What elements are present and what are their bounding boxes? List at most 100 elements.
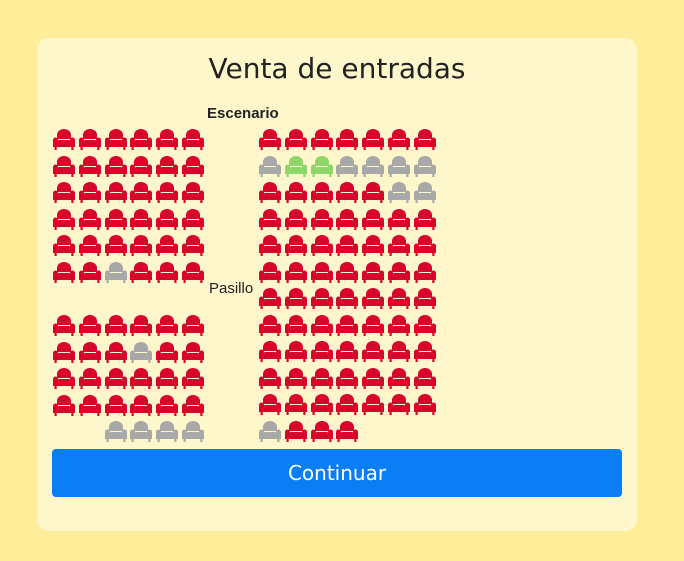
seat-available-icon[interactable] [129,394,153,417]
seat-available-icon[interactable] [155,182,179,204]
seat-available-icon[interactable] [129,182,153,204]
seat-available-icon[interactable] [361,261,385,284]
seat-available-icon[interactable] [258,367,282,390]
seat-available-icon[interactable] [310,288,334,310]
seat-available-icon[interactable] [155,129,179,151]
seat-available-icon[interactable] [258,261,282,284]
seat-available-icon[interactable] [155,261,179,284]
seat-available-icon[interactable] [387,261,411,284]
seat-available-icon[interactable] [258,208,282,231]
seat-available-icon[interactable] [335,261,359,284]
seat-available-icon[interactable] [284,129,308,151]
seat-available-icon[interactable] [104,208,128,231]
seat-available-icon[interactable] [129,315,153,337]
seat-available-icon[interactable] [310,235,334,257]
seat-available-icon[interactable] [310,129,334,151]
seat-available-icon[interactable] [181,208,205,231]
seat-available-icon[interactable] [361,129,385,151]
seat-available-icon[interactable] [181,341,205,364]
seat-available-icon[interactable] [78,341,102,364]
seat-available-icon[interactable] [155,394,179,417]
seat-available-icon[interactable] [413,261,437,284]
seat-available-icon[interactable] [258,341,282,363]
seat-available-icon[interactable] [181,394,205,417]
continue-button[interactable]: Continuar [52,449,622,497]
seat-available-icon[interactable] [284,314,308,337]
seat-available-icon[interactable] [413,367,437,390]
seat-available-icon[interactable] [335,235,359,257]
seat-available-icon[interactable] [52,394,76,417]
seat-available-icon[interactable] [387,288,411,310]
seat-available-icon[interactable] [129,261,153,284]
seat-available-icon[interactable] [361,367,385,390]
seat-available-icon[interactable] [78,315,102,337]
seat-available-icon[interactable] [155,155,179,178]
seat-available-icon[interactable] [258,288,282,310]
seat-available-icon[interactable] [104,235,128,257]
seat-available-icon[interactable] [310,420,334,443]
seat-available-icon[interactable] [104,315,128,337]
seat-available-icon[interactable] [387,314,411,337]
seat-available-icon[interactable] [413,341,437,363]
seat-available-icon[interactable] [52,341,76,364]
seat-available-icon[interactable] [284,341,308,363]
seat-available-icon[interactable] [335,420,359,443]
seat-available-icon[interactable] [78,155,102,178]
seat-available-icon[interactable] [310,341,334,363]
seat-available-icon[interactable] [52,155,76,178]
seat-available-icon[interactable] [104,182,128,204]
seat-available-icon[interactable] [181,315,205,337]
seat-available-icon[interactable] [335,208,359,231]
seat-available-icon[interactable] [104,129,128,151]
seat-available-icon[interactable] [284,420,308,443]
seat-available-icon[interactable] [284,208,308,231]
seat-available-icon[interactable] [155,235,179,257]
seat-available-icon[interactable] [335,129,359,151]
seat-available-icon[interactable] [78,235,102,257]
seat-available-icon[interactable] [155,208,179,231]
seat-available-icon[interactable] [284,288,308,310]
seat-available-icon[interactable] [52,235,76,257]
seat-available-icon[interactable] [155,315,179,337]
seat-available-icon[interactable] [387,394,411,416]
seat-available-icon[interactable] [361,182,385,204]
seat-available-icon[interactable] [78,368,102,390]
seat-available-icon[interactable] [310,261,334,284]
seat-available-icon[interactable] [284,394,308,416]
seat-available-icon[interactable] [335,341,359,363]
seat-available-icon[interactable] [129,129,153,151]
seat-available-icon[interactable] [284,235,308,257]
seat-available-icon[interactable] [78,394,102,417]
seat-available-icon[interactable] [361,288,385,310]
seat-available-icon[interactable] [387,129,411,151]
seat-selected-icon[interactable] [284,155,308,178]
seat-available-icon[interactable] [78,261,102,284]
seat-available-icon[interactable] [258,235,282,257]
seat-available-icon[interactable] [104,341,128,364]
seat-available-icon[interactable] [129,208,153,231]
seat-available-icon[interactable] [258,182,282,204]
seat-available-icon[interactable] [181,182,205,204]
seat-available-icon[interactable] [361,235,385,257]
seat-available-icon[interactable] [335,394,359,416]
seat-available-icon[interactable] [310,314,334,337]
seat-available-icon[interactable] [52,208,76,231]
seat-available-icon[interactable] [387,208,411,231]
seat-selected-icon[interactable] [310,155,334,178]
seat-available-icon[interactable] [181,261,205,284]
seat-available-icon[interactable] [258,314,282,337]
seat-available-icon[interactable] [52,368,76,390]
seat-available-icon[interactable] [284,182,308,204]
seat-available-icon[interactable] [310,182,334,204]
seat-available-icon[interactable] [310,394,334,416]
seat-available-icon[interactable] [155,368,179,390]
seat-available-icon[interactable] [181,368,205,390]
seat-available-icon[interactable] [181,155,205,178]
seat-available-icon[interactable] [361,341,385,363]
seat-available-icon[interactable] [335,314,359,337]
seat-available-icon[interactable] [52,261,76,284]
seat-available-icon[interactable] [104,394,128,417]
seat-available-icon[interactable] [361,208,385,231]
seat-available-icon[interactable] [78,182,102,204]
seat-available-icon[interactable] [413,235,437,257]
